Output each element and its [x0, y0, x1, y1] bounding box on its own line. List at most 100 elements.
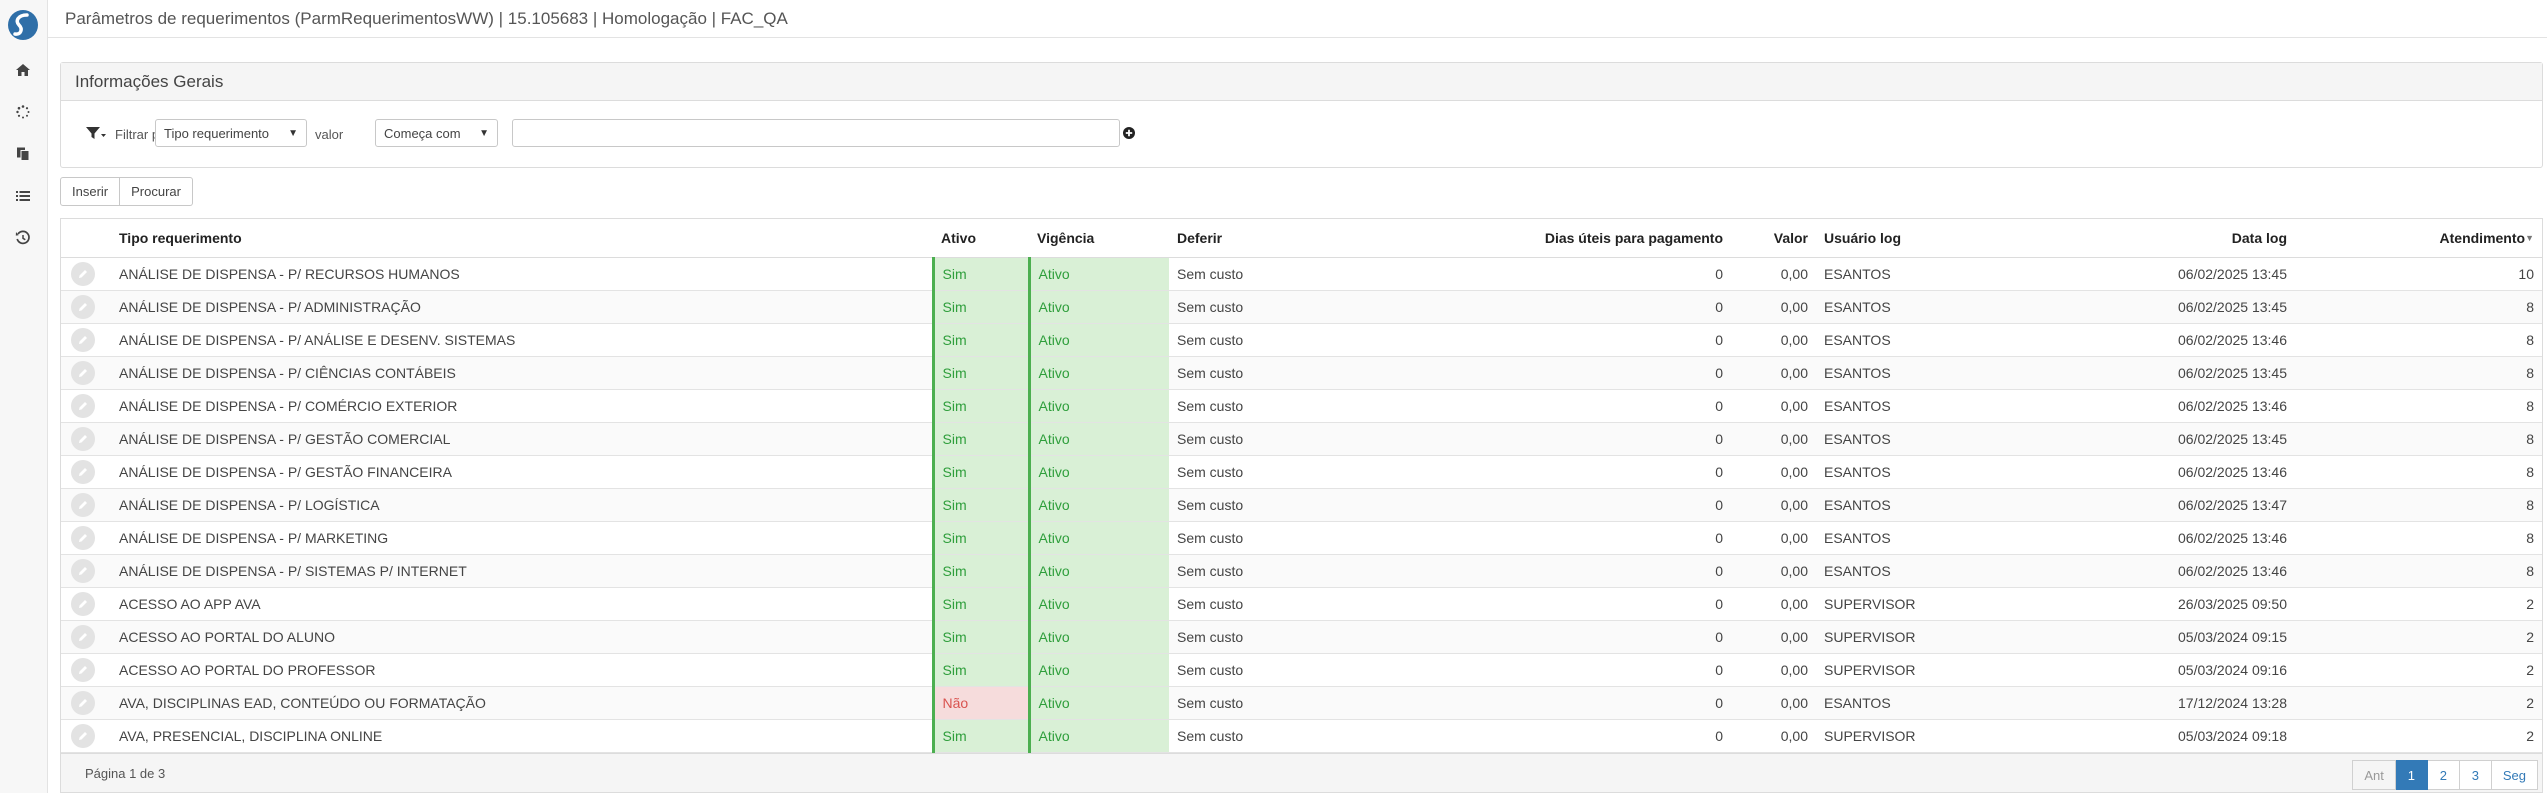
- cell-dias: 0: [1431, 620, 1731, 654]
- cell-vigencia: Ativo: [1027, 686, 1169, 720]
- cell-ativo: Sim: [931, 554, 1029, 588]
- cell-dias: 0: [1431, 587, 1731, 621]
- loading-icon[interactable]: [13, 102, 33, 122]
- table-row[interactable]: ANÁLISE DE DISPENSA - P/ RECURSOS HUMANO…: [61, 257, 2542, 291]
- edit-pencil-icon[interactable]: [71, 657, 95, 682]
- cell-valor: 0,00: [1731, 257, 1816, 291]
- table-row[interactable]: ANÁLISE DE DISPENSA - P/ COMÉRCIO EXTERI…: [61, 389, 2542, 423]
- pagination: Ant 1 2 3 Seg: [2352, 760, 2538, 790]
- column-header-valor[interactable]: Valor: [1731, 219, 1816, 258]
- grid-footer: Página 1 de 3 Ant 1 2 3 Seg: [60, 753, 2543, 793]
- cell-vigencia: Ativo: [1027, 521, 1169, 555]
- cell-vigencia: Ativo: [1027, 257, 1169, 291]
- cell-deferir: Sem custo: [1169, 653, 1431, 687]
- edit-pencil-icon[interactable]: [71, 525, 95, 550]
- page-button-3[interactable]: 3: [2459, 760, 2492, 790]
- edit-column-header: [61, 219, 111, 258]
- column-header-vigencia[interactable]: Vigência: [1029, 219, 1169, 258]
- table-row[interactable]: ACESSO AO PORTAL DO ALUNO Sim Ativo Sem cus…: [61, 620, 2542, 654]
- search-button[interactable]: Procurar: [120, 177, 193, 206]
- cell-deferir: Sem custo: [1169, 488, 1431, 522]
- edit-pencil-icon[interactable]: [71, 591, 95, 616]
- edit-pencil-icon[interactable]: [71, 690, 95, 715]
- edit-cell: [61, 653, 111, 687]
- cell-deferir: Sem custo: [1169, 290, 1431, 324]
- table-row[interactable]: ANÁLISE DE DISPENSA - P/ SISTEMAS P/ INT…: [61, 554, 2542, 588]
- cell-data: 05/03/2024 09:15: [1971, 620, 2295, 654]
- column-header-data[interactable]: Data log: [1971, 219, 2295, 258]
- operator-select[interactable]: Começa com ▼: [375, 119, 498, 147]
- table-row[interactable]: ANÁLISE DE DISPENSA - P/ MARKETING Sim Ati…: [61, 521, 2542, 555]
- history-icon[interactable]: [13, 228, 33, 248]
- cell-vigencia: Ativo: [1027, 356, 1169, 390]
- column-header-deferir[interactable]: Deferir: [1169, 219, 1431, 258]
- table-row[interactable]: AVA, PRESENCIAL, DISCIPLINA ONLINE Sim Ati…: [61, 719, 2542, 753]
- edit-pencil-icon[interactable]: [71, 426, 95, 451]
- cell-data: 06/02/2025 13:45: [1971, 290, 2295, 324]
- page-info: Página 1 de 3: [85, 766, 166, 781]
- cell-dias: 0: [1431, 686, 1731, 720]
- prev-page-button[interactable]: Ant: [2352, 760, 2396, 790]
- cell-data: 06/02/2025 13:46: [1971, 554, 2295, 588]
- documents-icon[interactable]: [13, 144, 33, 164]
- edit-pencil-icon[interactable]: [71, 624, 95, 649]
- edit-pencil-icon[interactable]: [71, 492, 95, 517]
- table-row[interactable]: ANÁLISE DE DISPENSA - P/ ADMINISTRAÇÃO Si…: [61, 290, 2542, 324]
- edit-pencil-icon[interactable]: [71, 459, 95, 484]
- cell-deferir: Sem custo: [1169, 620, 1431, 654]
- column-header-dias[interactable]: Dias úteis para pagamento: [1431, 219, 1731, 258]
- cell-atendimento: 8: [2295, 488, 2542, 522]
- table-row[interactable]: ACESSO AO PORTAL DO PROFESSOR Sim Ativo Sem…: [61, 653, 2542, 687]
- cell-valor: 0,00: [1731, 521, 1816, 555]
- home-icon[interactable]: [13, 60, 33, 80]
- chevron-down-icon: ▼: [288, 127, 298, 139]
- cell-vigencia: Ativo: [1027, 290, 1169, 324]
- next-page-button[interactable]: Seg: [2491, 760, 2538, 790]
- edit-pencil-icon[interactable]: [71, 261, 95, 286]
- filter-value-input[interactable]: [512, 119, 1120, 147]
- cell-tipo: AVA, DISCIPLINAS EAD, CONTEÚDO OU FORMAT…: [111, 686, 933, 720]
- edit-pencil-icon[interactable]: [71, 723, 95, 748]
- insert-button[interactable]: Inserir: [60, 177, 121, 206]
- app-logo-icon[interactable]: [6, 8, 40, 42]
- edit-pencil-icon[interactable]: [71, 393, 95, 418]
- filter-icon[interactable]: [85, 125, 107, 141]
- table-row[interactable]: ANÁLISE DE DISPENSA - P/ ANÁLISE E DESEN…: [61, 323, 2542, 357]
- table-row[interactable]: ACESSO AO APP AVA Sim Ativo Sem custo 0 0,00 S…: [61, 587, 2542, 621]
- edit-cell: [61, 257, 111, 291]
- column-header-atendimento[interactable]: Atendimento ▼: [2295, 219, 2542, 258]
- table-header-row: Tipo requerimento Ativo Vigência Deferir…: [61, 219, 2542, 258]
- edit-pencil-icon[interactable]: [71, 294, 95, 319]
- add-filter-icon[interactable]: [1122, 126, 1136, 140]
- column-header-usuario[interactable]: Usuário log: [1816, 219, 1971, 258]
- page-button-2[interactable]: 2: [2427, 760, 2460, 790]
- column-header-ativo[interactable]: Ativo: [933, 219, 1029, 258]
- table-row[interactable]: ANÁLISE DE DISPENSA - P/ LOGÍSTICA Sim Ati…: [61, 488, 2542, 522]
- edit-pencil-icon[interactable]: [71, 327, 95, 352]
- table-row[interactable]: ANÁLISE DE DISPENSA - P/ GESTÃO FINANCEI…: [61, 455, 2542, 489]
- table-row[interactable]: ANÁLISE DE DISPENSA - P/ GESTÃO COMERCIA…: [61, 422, 2542, 456]
- cell-vigencia: Ativo: [1027, 719, 1169, 753]
- sort-desc-icon[interactable]: ▼: [2525, 233, 2534, 243]
- table-row[interactable]: AVA, DISCIPLINAS EAD, CONTEÚDO OU FORMAT…: [61, 686, 2542, 720]
- cell-ativo: Sim: [931, 356, 1029, 390]
- cell-usuario: ESANTOS: [1816, 521, 1971, 555]
- cell-valor: 0,00: [1731, 488, 1816, 522]
- cell-atendimento: 8: [2295, 323, 2542, 357]
- cell-ativo: Sim: [931, 719, 1029, 753]
- list-icon[interactable]: [13, 186, 33, 206]
- cell-ativo: Sim: [931, 257, 1029, 291]
- cell-usuario: ESANTOS: [1816, 290, 1971, 324]
- edit-pencil-icon[interactable]: [71, 558, 95, 583]
- cell-valor: 0,00: [1731, 323, 1816, 357]
- table-row[interactable]: ANÁLISE DE DISPENSA - P/ CIÊNCIAS CONTÁB…: [61, 356, 2542, 390]
- cell-dias: 0: [1431, 389, 1731, 423]
- cell-usuario: ESANTOS: [1816, 356, 1971, 390]
- page-button-1[interactable]: 1: [2395, 760, 2428, 790]
- edit-cell: [61, 521, 111, 555]
- column-header-tipo[interactable]: Tipo requerimento: [111, 219, 933, 258]
- edit-pencil-icon[interactable]: [71, 360, 95, 385]
- filter-field-select[interactable]: Tipo requerimento ▼: [155, 119, 307, 147]
- cell-ativo: Sim: [931, 323, 1029, 357]
- cell-dias: 0: [1431, 455, 1731, 489]
